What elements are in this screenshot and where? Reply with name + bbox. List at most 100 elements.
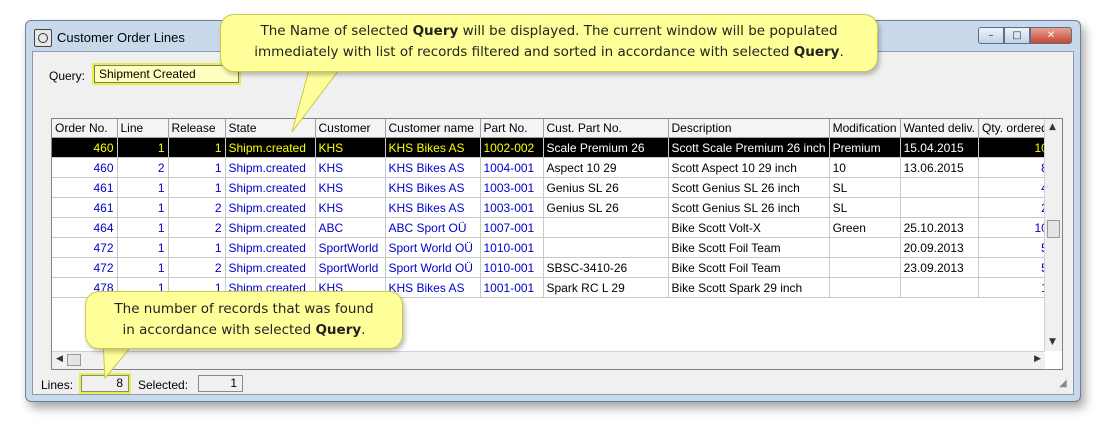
table-cell[interactable]: 2 [168, 257, 226, 278]
table-cell[interactable]: 472 [52, 257, 118, 278]
table-row[interactable]: 461 1 1 Shipm.created KHS KHS Bikes AS 1003-00… [52, 177, 1052, 198]
table-cell[interactable]: KHS [315, 157, 386, 178]
table-cell[interactable] [543, 237, 669, 258]
table-cell[interactable]: 1 [168, 137, 226, 158]
vertical-scrollbar[interactable]: ▲ ▼ [1044, 119, 1062, 351]
table-cell[interactable]: SL [829, 197, 901, 218]
column-header[interactable]: Release [168, 119, 226, 138]
table-cell[interactable]: SportWorld [315, 257, 386, 278]
table-cell[interactable]: 1004-001 [480, 157, 544, 178]
column-header[interactable]: Customer name [385, 119, 481, 138]
column-header[interactable]: Wanted deliv. [900, 119, 979, 138]
table-cell[interactable]: 1001-001 [480, 277, 544, 298]
table-row[interactable]: 464 1 2 Shipm.created ABC ABC Sport OÜ 1007-00… [52, 217, 1052, 238]
table-cell[interactable]: 15.04.2015 [900, 137, 979, 158]
table-cell[interactable] [900, 197, 979, 218]
table-cell[interactable]: ABC Sport OÜ [385, 217, 481, 238]
table-cell[interactable]: 464 [52, 217, 118, 238]
table-cell[interactable]: Shipm.created [225, 257, 316, 278]
table-cell[interactable]: KHS Bikes AS [385, 157, 481, 178]
table-cell[interactable]: Shipm.created [225, 157, 316, 178]
table-cell[interactable]: Shipm.created [225, 237, 316, 258]
table-cell[interactable]: Aspect 10 29 [543, 157, 669, 178]
table-cell[interactable]: 10 [978, 217, 1052, 238]
table-cell[interactable]: Spark RC L 29 [543, 277, 669, 298]
table-cell[interactable]: Scott Scale Premium 26 inch [668, 137, 830, 158]
table-cell[interactable]: 1 [978, 277, 1052, 298]
app-window-icon[interactable] [34, 29, 52, 47]
maximize-button[interactable]: □ [1004, 27, 1030, 44]
table-cell[interactable]: Green [829, 217, 901, 238]
table-cell[interactable]: 1002-002 [480, 137, 544, 158]
table-cell[interactable] [829, 277, 901, 298]
table-cell[interactable]: Scott Genius SL 26 inch [668, 177, 830, 198]
table-cell[interactable]: 1 [117, 197, 169, 218]
table-cell[interactable]: 5 [978, 237, 1052, 258]
table-cell[interactable]: Scale Premium 26 [543, 137, 669, 158]
table-cell[interactable]: 1 [168, 237, 226, 258]
table-cell[interactable]: 460 [52, 137, 118, 158]
table-cell[interactable] [900, 177, 979, 198]
scroll-up-icon[interactable]: ▲ [1049, 122, 1056, 132]
table-cell[interactable]: 1 [168, 157, 226, 178]
table-cell[interactable]: KHS Bikes AS [385, 177, 481, 198]
table-cell[interactable] [543, 217, 669, 238]
table-cell[interactable]: Premium [829, 137, 901, 158]
column-header[interactable]: Order No. [52, 119, 118, 138]
table-cell[interactable]: Genius SL 26 [543, 177, 669, 198]
table-row[interactable]: 460 1 1 Shipm.created KHS KHS Bikes AS 1002-00… [52, 137, 1052, 158]
column-header[interactable]: Cust. Part No. [543, 119, 669, 138]
table-cell[interactable]: Bike Scott Foil Team [668, 257, 830, 278]
table-cell[interactable]: 2 [168, 217, 226, 238]
query-field[interactable]: Shipment Created [92, 63, 241, 85]
table-cell[interactable]: 472 [52, 237, 118, 258]
table-cell[interactable]: Genius SL 26 [543, 197, 669, 218]
table-cell[interactable]: KHS Bikes AS [385, 137, 481, 158]
table-cell[interactable]: Scott Genius SL 26 inch [668, 197, 830, 218]
scroll-down-icon[interactable]: ▼ [1049, 337, 1056, 347]
close-button[interactable]: ✕ [1030, 27, 1072, 44]
table-cell[interactable]: 10 [829, 157, 901, 178]
horizontal-scrollbar[interactable]: ◀ ▶ [52, 351, 1045, 369]
column-header[interactable]: Line [117, 119, 169, 138]
table-cell[interactable]: Shipm.created [225, 177, 316, 198]
table-cell[interactable]: SBSC-3410-26 [543, 257, 669, 278]
minimize-button[interactable]: – [978, 27, 1004, 44]
table-cell[interactable]: KHS Bikes AS [385, 197, 481, 218]
table-cell[interactable]: 2 [117, 157, 169, 178]
vertical-scroll-thumb[interactable] [1047, 220, 1060, 238]
table-cell[interactable]: 1 [168, 177, 226, 198]
table-cell[interactable]: 1010-001 [480, 237, 544, 258]
scroll-right-icon[interactable]: ▶ [1034, 354, 1041, 364]
column-header[interactable]: Qty. ordered [978, 119, 1052, 138]
column-header[interactable]: Part No. [480, 119, 544, 138]
table-cell[interactable]: 1003-001 [480, 177, 544, 198]
table-cell[interactable]: 460 [52, 157, 118, 178]
table-row[interactable]: 472 1 1 Shipm.created SportWorld Sport World … [52, 237, 1052, 258]
table-cell[interactable]: 1010-001 [480, 257, 544, 278]
table-cell[interactable]: 461 [52, 177, 118, 198]
table-cell[interactable] [900, 277, 979, 298]
table-cell[interactable]: 20.09.2013 [900, 237, 979, 258]
table-cell[interactable]: 13.06.2015 [900, 157, 979, 178]
table-cell[interactable]: 2 [978, 197, 1052, 218]
table-cell[interactable]: 23.09.2013 [900, 257, 979, 278]
table-cell[interactable]: Shipm.created [225, 197, 316, 218]
table-cell[interactable]: 1 [117, 137, 169, 158]
table-cell[interactable]: Shipm.created [225, 137, 316, 158]
table-cell[interactable]: 1007-001 [480, 217, 544, 238]
table-cell[interactable]: 1 [117, 217, 169, 238]
table-cell[interactable]: 1003-001 [480, 197, 544, 218]
table-row[interactable]: 472 1 2 Shipm.created SportWorld Sport World … [52, 257, 1052, 278]
table-cell[interactable]: Shipm.created [225, 217, 316, 238]
table-cell[interactable]: KHS [315, 197, 386, 218]
table-cell[interactable]: 10 [978, 137, 1052, 158]
table-cell[interactable]: 2 [168, 197, 226, 218]
column-header[interactable]: Description [668, 119, 830, 138]
horizontal-scroll-thumb[interactable] [67, 354, 81, 366]
resize-grip-icon[interactable]: ◢ [1059, 378, 1071, 390]
table-cell[interactable]: SL [829, 177, 901, 198]
table-cell[interactable]: Sport World OÜ [385, 237, 481, 258]
table-cell[interactable]: Scott Aspect 10 29 inch [668, 157, 830, 178]
table-cell[interactable]: 1 [117, 237, 169, 258]
